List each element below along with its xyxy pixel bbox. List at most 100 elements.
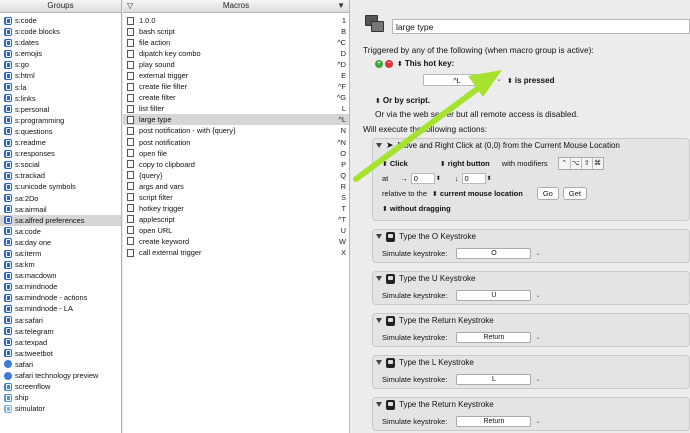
group-item[interactable]: sa:mindnode - actions: [0, 292, 121, 303]
group-item[interactable]: sa:km: [0, 259, 121, 270]
group-item[interactable]: s:readme: [0, 137, 121, 148]
group-item[interactable]: simulator: [0, 403, 121, 414]
disclosure-triangle-icon[interactable]: [376, 360, 382, 365]
keystroke-field[interactable]: O: [456, 248, 532, 259]
action-keystroke[interactable]: Type the O Keystroke Simulate keystroke: O…: [372, 229, 690, 263]
disclosure-triangle-icon[interactable]: [376, 234, 382, 239]
group-item[interactable]: sa:iterm: [0, 248, 121, 259]
action-keystroke[interactable]: Type the Return Keystroke Simulate keystr…: [372, 397, 690, 431]
group-item[interactable]: s:questions: [0, 126, 121, 137]
group-item[interactable]: sa:telegram: [0, 326, 121, 337]
modifier-button[interactable]: ⇧: [580, 158, 592, 169]
chevron-down-icon[interactable]: ⌄: [535, 250, 540, 257]
chevron-down-icon[interactable]: ⌄: [535, 334, 540, 341]
group-item[interactable]: sa:mindnode: [0, 281, 121, 292]
macro-item[interactable]: hotkey trigger T: [123, 203, 349, 214]
x-coordinate-field[interactable]: 0: [410, 173, 435, 184]
click-select[interactable]: Click: [390, 159, 408, 168]
group-item[interactable]: s:go: [0, 59, 121, 70]
group-item[interactable]: sa:mindnode - LA: [0, 303, 121, 314]
group-item[interactable]: sa:tweetbot: [0, 348, 121, 359]
group-item[interactable]: s:code: [0, 15, 121, 26]
group-item[interactable]: s:unicode symbols: [0, 181, 121, 192]
group-item[interactable]: s:la: [0, 82, 121, 93]
chevron-down-icon[interactable]: ⌄: [535, 376, 540, 383]
action-keystroke[interactable]: Type the Return Keystroke Simulate keystr…: [372, 313, 690, 347]
group-item[interactable]: s:dates: [0, 37, 121, 48]
macro-item[interactable]: bash script B: [123, 26, 349, 37]
group-item[interactable]: s:social: [0, 159, 121, 170]
group-item[interactable]: sa:2Do: [0, 193, 121, 204]
action-keystroke[interactable]: Type the L Keystroke Simulate keystroke: L…: [372, 355, 690, 389]
hotkey-state-select[interactable]: ⬍ is pressed: [507, 76, 554, 85]
drag-select[interactable]: without dragging: [390, 204, 451, 213]
button-select[interactable]: right button: [448, 159, 490, 168]
add-trigger-icon[interactable]: +: [375, 59, 383, 68]
macro-item[interactable]: args and vars R: [123, 181, 349, 192]
group-item[interactable]: s:emojis: [0, 48, 121, 59]
macros-header[interactable]: ▽ Macros ▼: [123, 0, 349, 13]
modifier-button[interactable]: ⌃: [559, 158, 570, 169]
group-item[interactable]: screenflow: [0, 381, 121, 392]
macro-name-field[interactable]: large type: [392, 19, 690, 34]
macro-item[interactable]: open file O: [123, 148, 349, 159]
action-move-click[interactable]: ➤ Move and Right Click at (0,0) from the…: [372, 138, 690, 221]
go-button[interactable]: Go: [536, 187, 559, 200]
group-item[interactable]: s:trackad: [0, 170, 121, 181]
action-keystroke[interactable]: Type the U Keystroke Simulate keystroke: U…: [372, 271, 690, 305]
macro-item[interactable]: create file filter ^F: [123, 81, 349, 92]
macro-item[interactable]: open URL U: [123, 225, 349, 236]
chevron-down-icon[interactable]: ⌄: [535, 418, 540, 425]
macro-item[interactable]: applescript ^T: [123, 214, 349, 225]
remove-trigger-icon[interactable]: −: [385, 59, 393, 68]
chevron-down-icon[interactable]: ⌄: [535, 292, 540, 299]
hotkey-chevron-icon[interactable]: ⌄: [496, 75, 502, 83]
keystroke-field[interactable]: L: [456, 374, 532, 385]
macro-item[interactable]: copy to clipboard P: [123, 159, 349, 170]
sort-up-icon[interactable]: ▽: [127, 0, 133, 12]
disclosure-triangle-icon[interactable]: [376, 276, 382, 281]
group-item[interactable]: sa:airmail: [0, 204, 121, 215]
sort-down-icon[interactable]: ▼: [337, 0, 345, 12]
group-item[interactable]: ship: [0, 392, 121, 403]
macro-item[interactable]: play sound ^D: [123, 59, 349, 70]
macro-item[interactable]: 1.0.0 1: [123, 15, 349, 26]
modifier-button[interactable]: ⌥: [569, 158, 581, 169]
macro-item[interactable]: dipatch key combo D: [123, 48, 349, 59]
macro-item[interactable]: external trigger E: [123, 70, 349, 81]
group-item[interactable]: s:programming: [0, 115, 121, 126]
group-item[interactable]: sa:code: [0, 226, 121, 237]
group-item[interactable]: s:personal: [0, 104, 121, 115]
stepper-icon[interactable]: ⬍: [487, 175, 492, 182]
macro-item[interactable]: file action ^C: [123, 37, 349, 48]
macro-item[interactable]: post notification - with {query} N: [123, 125, 349, 136]
macro-item[interactable]: post notification ^N: [123, 137, 349, 148]
macro-item[interactable]: call external trigger X: [123, 247, 349, 258]
disclosure-triangle-icon[interactable]: [376, 143, 382, 148]
disclosure-triangle-icon[interactable]: [376, 402, 382, 407]
group-item[interactable]: sa:macdown: [0, 270, 121, 281]
group-item[interactable]: s:links: [0, 93, 121, 104]
group-item[interactable]: safari: [0, 359, 121, 370]
group-item[interactable]: sa:texpad: [0, 337, 121, 348]
macro-item[interactable]: list filter L: [123, 103, 349, 114]
keystroke-field[interactable]: U: [456, 290, 532, 301]
disclosure-triangle-icon[interactable]: [376, 318, 382, 323]
macro-item[interactable]: script filter S: [123, 192, 349, 203]
modifier-button[interactable]: ⌘: [591, 158, 603, 169]
groups-header[interactable]: Groups: [0, 0, 121, 13]
y-coordinate-field[interactable]: 0: [461, 173, 486, 184]
stepper-icon[interactable]: ⬍: [397, 60, 403, 68]
group-item[interactable]: s:code blocks: [0, 26, 121, 37]
stepper-icon[interactable]: ⬍: [436, 175, 441, 182]
macro-item[interactable]: {query} Q: [123, 170, 349, 181]
group-item[interactable]: safari technology preview: [0, 370, 121, 381]
macro-item[interactable]: large type ^L: [123, 114, 349, 126]
group-item[interactable]: sa:alfred preferences: [0, 214, 121, 226]
keystroke-field[interactable]: Return: [456, 416, 532, 427]
get-button[interactable]: Get: [562, 187, 587, 200]
macro-item[interactable]: create filter ^G: [123, 92, 349, 103]
group-item[interactable]: sa:safari: [0, 315, 121, 326]
macro-item[interactable]: create keyword W: [123, 236, 349, 247]
relative-to-select[interactable]: current mouse location: [440, 189, 523, 198]
